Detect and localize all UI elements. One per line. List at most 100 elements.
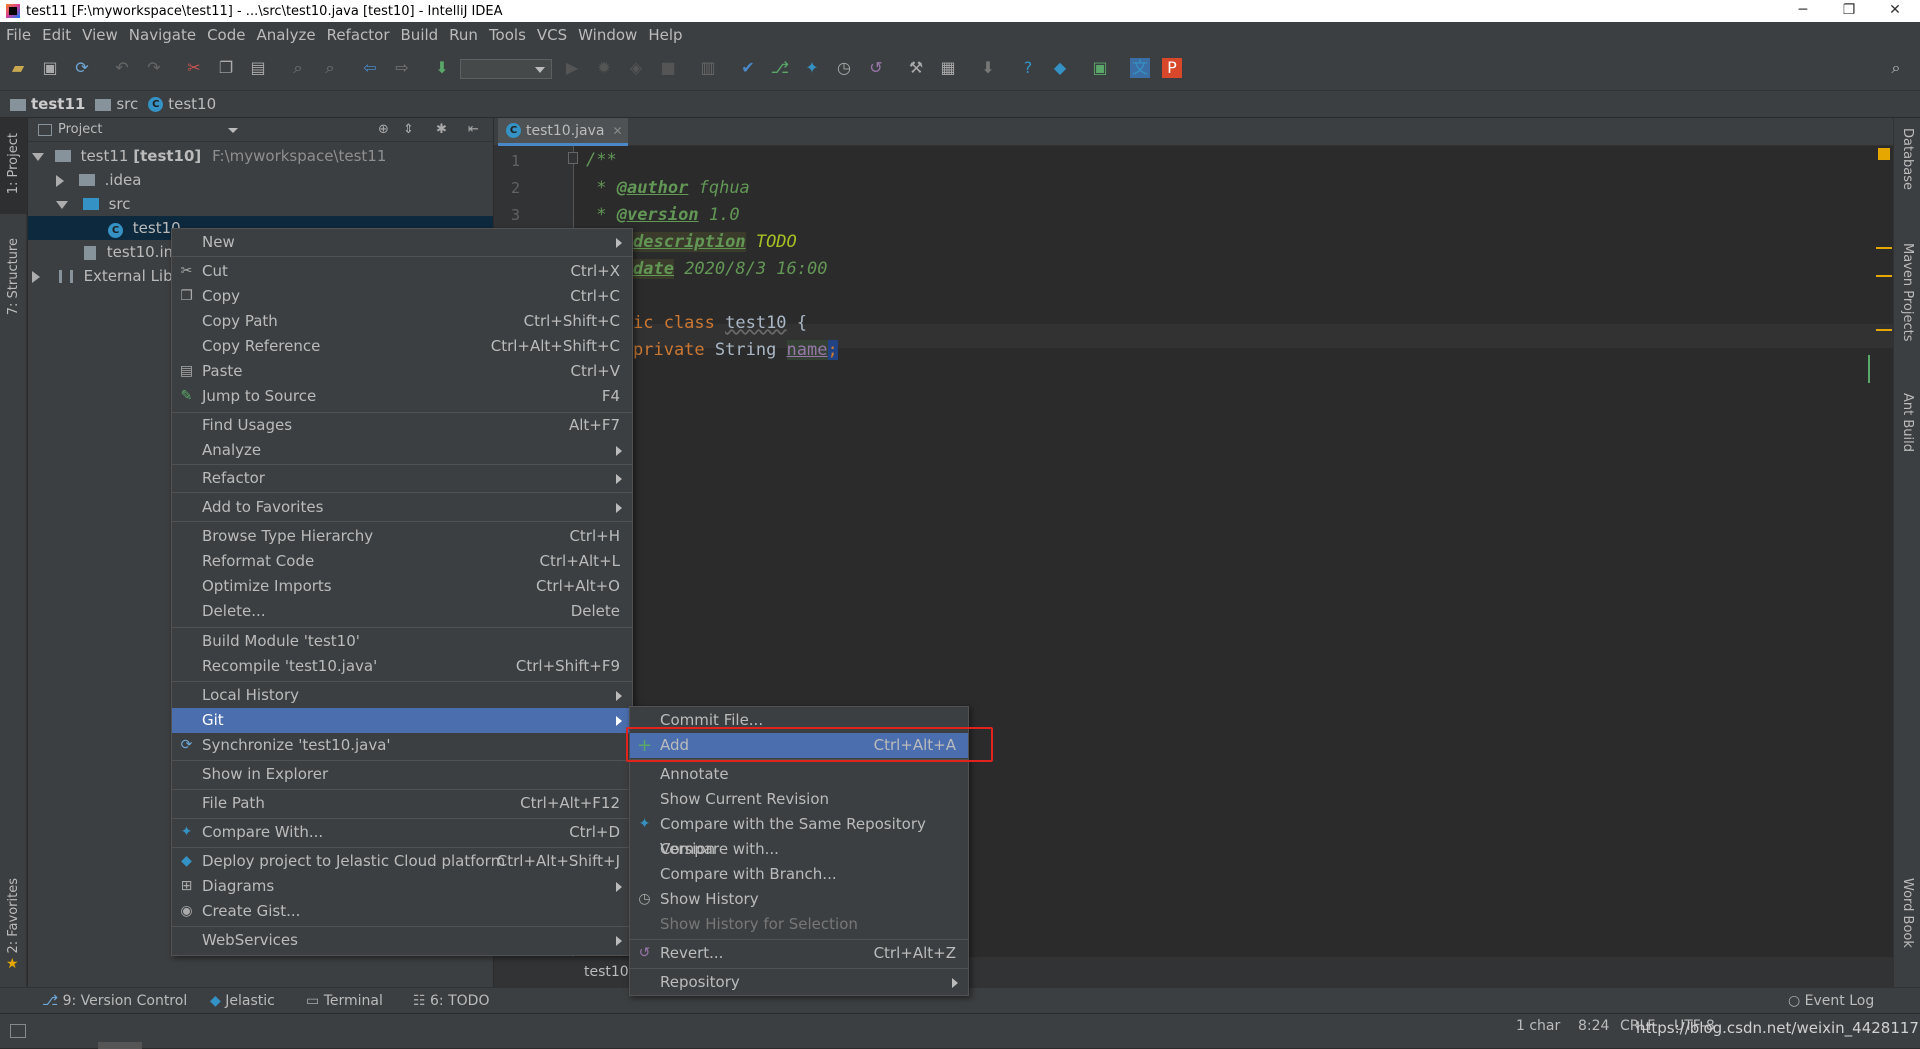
menu-item-copy[interactable]: ❐ Copy Ctrl+C bbox=[172, 284, 632, 309]
tool-version-control[interactable]: ⎇ 9: Version Control bbox=[42, 988, 187, 1014]
tree-row-external[interactable]: External Libra bbox=[32, 264, 188, 288]
translate-icon[interactable]: 文 bbox=[1130, 58, 1150, 78]
menu-window[interactable]: Window bbox=[578, 26, 637, 44]
git-item-compare-with-branch[interactable]: Compare with Branch... bbox=[630, 862, 968, 887]
menu-edit[interactable]: Edit bbox=[42, 26, 71, 44]
forward-icon[interactable]: ⇨ bbox=[392, 58, 412, 78]
tool-window-ant[interactable]: Ant Build bbox=[1900, 393, 1915, 452]
help-icon[interactable]: ? bbox=[1018, 58, 1038, 78]
warning-marker-icon[interactable] bbox=[1878, 148, 1890, 160]
menu-item-copy-path[interactable]: Copy Path Ctrl+Shift+C bbox=[172, 309, 632, 334]
menu-item-webservices[interactable]: WebServices bbox=[172, 928, 632, 953]
replace-icon[interactable]: ⌕ bbox=[320, 58, 340, 78]
git-item-compare-repo-version[interactable]: ✦ Compare with the Same Repository Versio… bbox=[630, 812, 968, 858]
jelastic-icon[interactable]: ◆ bbox=[1050, 58, 1070, 78]
redo-icon[interactable]: ↷ bbox=[144, 58, 164, 78]
breadcrumb-folder[interactable]: src bbox=[116, 95, 138, 113]
menu-file[interactable]: File bbox=[6, 26, 31, 44]
error-stripe-mark[interactable] bbox=[1876, 275, 1892, 277]
menu-item-file-path[interactable]: File Path Ctrl+Alt+F12 bbox=[172, 791, 632, 816]
menu-item-add-to-favorites[interactable]: Add to Favorites bbox=[172, 495, 632, 520]
tool-window-structure[interactable]: 7: Structure bbox=[6, 238, 21, 315]
menu-item-local-history[interactable]: Local History bbox=[172, 683, 632, 708]
project-structure-icon[interactable]: ▦ bbox=[938, 58, 958, 78]
error-stripe-mark[interactable] bbox=[1876, 247, 1892, 249]
git-item-show-history[interactable]: ◷ Show History bbox=[630, 887, 968, 912]
menu-item-diagrams[interactable]: ⊞ Diagrams bbox=[172, 874, 632, 899]
status-position[interactable]: 8:24 bbox=[1578, 1018, 1609, 1034]
menu-item-analyze[interactable]: Analyze bbox=[172, 438, 632, 463]
editor-bottom-crumb[interactable]: test10 bbox=[584, 964, 629, 980]
git-item-compare-with[interactable]: Compare with... bbox=[630, 837, 968, 862]
error-stripe-mark[interactable] bbox=[1876, 329, 1892, 331]
back-icon[interactable]: ⇦ bbox=[360, 58, 380, 78]
menu-refactor[interactable]: Refactor bbox=[327, 26, 390, 44]
paste-icon[interactable]: ▤ bbox=[248, 58, 268, 78]
menu-help[interactable]: Help bbox=[648, 26, 682, 44]
debug-icon[interactable]: ✹ bbox=[594, 58, 614, 78]
tool-window-favorites[interactable]: 2: Favorites bbox=[6, 878, 21, 954]
tab-test10-java[interactable]: C test10.java ✕ bbox=[498, 118, 628, 146]
menu-vcs[interactable]: VCS bbox=[537, 26, 567, 44]
hide-panel-icon[interactable]: ⇤ bbox=[468, 122, 479, 137]
menu-item-show-in-explorer[interactable]: Show in Explorer bbox=[172, 762, 632, 787]
tree-row-idea[interactable]: .idea bbox=[56, 168, 141, 192]
tree-row-src[interactable]: src bbox=[56, 192, 130, 216]
run-icon[interactable]: ▶ bbox=[562, 58, 582, 78]
menu-build[interactable]: Build bbox=[401, 26, 439, 44]
menu-item-recompile[interactable]: Recompile 'test10.java' Ctrl+Shift+F9 bbox=[172, 654, 632, 679]
git-item-repository[interactable]: Repository bbox=[630, 970, 968, 995]
tool-event-log[interactable]: ○ Event Log bbox=[1788, 988, 1874, 1014]
menu-item-optimize-imports[interactable]: Optimize Imports Ctrl+Alt+O bbox=[172, 574, 632, 599]
cut-icon[interactable]: ✂ bbox=[184, 58, 204, 78]
vcs-update-icon[interactable]: ✔ bbox=[738, 58, 758, 78]
menu-item-compare-with[interactable]: ✦ Compare With... Ctrl+D bbox=[172, 820, 632, 845]
gear-icon[interactable]: ✱ bbox=[436, 122, 447, 137]
tool-window-wordbook[interactable]: Word Book bbox=[1900, 878, 1915, 948]
tree-row-root[interactable]: test11 [test10] F:\myworkspace\test11 bbox=[32, 144, 386, 168]
maximize-button[interactable]: ❐ bbox=[1826, 0, 1872, 22]
menu-navigate[interactable]: Navigate bbox=[129, 26, 196, 44]
git-item-revert[interactable]: ↺ Revert... Ctrl+Alt+Z bbox=[630, 941, 968, 966]
menu-item-build-module[interactable]: Build Module 'test10' bbox=[172, 629, 632, 654]
menu-tools[interactable]: Tools bbox=[489, 26, 526, 44]
find-icon[interactable]: ⌕ bbox=[288, 58, 308, 78]
vcs-revert-icon[interactable]: ↺ bbox=[866, 58, 886, 78]
tree-row-iml[interactable]: test10.iml bbox=[84, 240, 182, 264]
coverage-icon[interactable]: ◈ bbox=[626, 58, 646, 78]
menu-code[interactable]: Code bbox=[207, 26, 245, 44]
scroll-from-source-icon[interactable]: ⊕ bbox=[378, 122, 389, 137]
vcs-compare-icon[interactable]: ✦ bbox=[802, 58, 822, 78]
attach-icon[interactable]: ▥ bbox=[698, 58, 718, 78]
tool-jelastic[interactable]: ◆ Jelastic bbox=[210, 988, 275, 1014]
close-tab-icon[interactable]: ✕ bbox=[612, 124, 622, 138]
menu-item-jump-to-source[interactable]: ✎ Jump to Source F4 bbox=[172, 384, 632, 409]
tool-todo[interactable]: ☷ 6: TODO bbox=[413, 988, 489, 1014]
close-button[interactable]: ✕ bbox=[1872, 0, 1918, 22]
copy-icon[interactable]: ❐ bbox=[216, 58, 236, 78]
project-view-selector[interactable]: Project bbox=[58, 122, 102, 137]
vcs-history-icon[interactable]: ◷ bbox=[834, 58, 854, 78]
fold-marker-icon[interactable] bbox=[568, 152, 578, 164]
menu-item-cut[interactable]: ✂ Cut Ctrl+X bbox=[172, 259, 632, 284]
menu-item-copy-reference[interactable]: Copy Reference Ctrl+Alt+Shift+C bbox=[172, 334, 632, 359]
git-item-annotate[interactable]: Annotate bbox=[630, 762, 968, 787]
undo-icon[interactable]: ↶ bbox=[112, 58, 132, 78]
save-icon[interactable]: ▣ bbox=[40, 58, 60, 78]
search-everywhere-icon[interactable]: ⌕ bbox=[1886, 58, 1906, 78]
git-item-show-current-revision[interactable]: Show Current Revision bbox=[630, 787, 968, 812]
plugin-icon[interactable]: ▣ bbox=[1090, 58, 1110, 78]
stop-icon[interactable]: ■ bbox=[658, 58, 678, 78]
menu-item-synchronize[interactable]: ⟳ Synchronize 'test10.java' bbox=[172, 733, 632, 758]
menu-view[interactable]: View bbox=[82, 26, 118, 44]
sync-icon[interactable]: ⟳ bbox=[72, 58, 92, 78]
tool-terminal[interactable]: ▭ Terminal bbox=[306, 988, 383, 1014]
tool-window-project[interactable]: 1: Project bbox=[6, 133, 21, 194]
menu-item-create-gist[interactable]: ◉ Create Gist... bbox=[172, 899, 632, 924]
menu-item-git[interactable]: Git bbox=[172, 708, 632, 733]
tool-window-database[interactable]: Database bbox=[1900, 128, 1915, 190]
run-config-select[interactable] bbox=[460, 59, 552, 79]
tool-windows-toggle-icon[interactable] bbox=[10, 1024, 26, 1038]
office-icon[interactable]: P bbox=[1162, 58, 1182, 78]
menu-item-browse-type-hierarchy[interactable]: Browse Type Hierarchy Ctrl+H bbox=[172, 524, 632, 549]
